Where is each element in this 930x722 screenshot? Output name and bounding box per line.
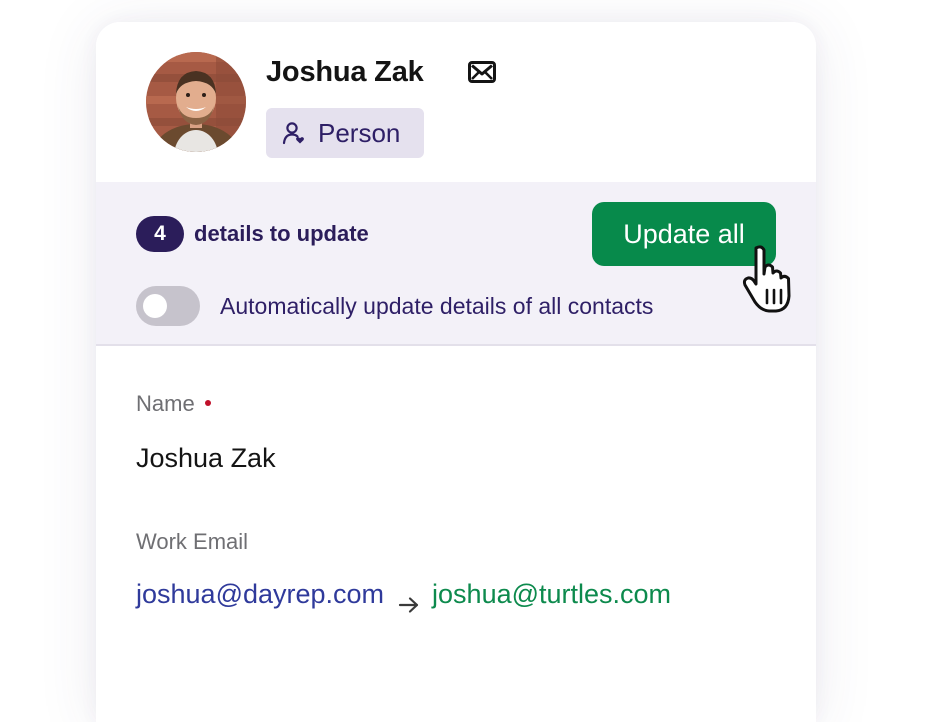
work-email-change: joshua@dayrep.com joshua@turtles.com	[136, 574, 671, 614]
name-field-value: Joshua Zak	[136, 443, 276, 473]
name-field-label: Name	[136, 389, 211, 419]
toggle-knob	[143, 294, 167, 318]
name-label-text: Name	[136, 391, 195, 416]
contact-type-badge: Person	[266, 108, 424, 158]
contact-header: Joshua Zak Person	[96, 22, 816, 182]
contact-card: Joshua Zak Person 4 details to update Up…	[96, 22, 816, 722]
hand-pointer-icon	[742, 244, 810, 314]
update-count-badge: 4	[136, 216, 184, 252]
arrow-right-icon	[398, 585, 420, 613]
envelope-icon[interactable]	[467, 58, 497, 86]
update-count-label: details to update	[194, 221, 369, 246]
contact-type-label: Person	[318, 118, 401, 148]
work-email-field-label: Work Email	[136, 529, 249, 554]
auto-update-label: Automatically update details of all cont…	[220, 293, 654, 319]
required-indicator	[204, 400, 211, 407]
person-icon	[282, 121, 306, 145]
auto-update-toggle[interactable]	[136, 286, 200, 326]
new-email-value: joshua@turtles.com	[432, 579, 672, 609]
old-email-value: joshua@dayrep.com	[136, 579, 385, 609]
contact-name: Joshua Zak	[266, 56, 424, 88]
avatar	[146, 52, 246, 152]
update-panel: 4 details to update Update all Automatic…	[96, 182, 816, 346]
